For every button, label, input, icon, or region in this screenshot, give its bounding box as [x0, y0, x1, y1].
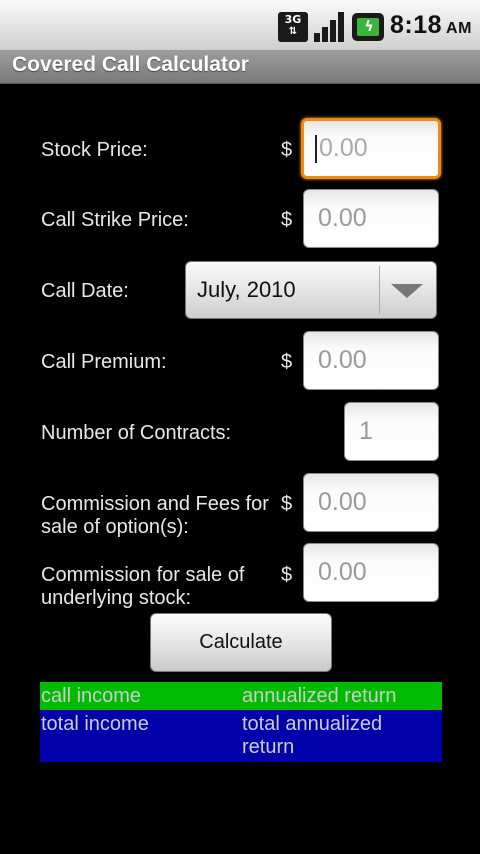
results-row-total: total income total annualized return — [40, 710, 442, 762]
commission-option-placeholder: 0.00 — [318, 488, 367, 516]
call-date-dropdown[interactable]: July, 2010 — [185, 261, 437, 319]
commission-stock-input[interactable]: 0.00 — [303, 543, 439, 602]
commission-stock-placeholder: 0.00 — [318, 558, 367, 586]
call-premium-label: Call Premium: — [41, 351, 167, 373]
calculate-button[interactable]: Calculate — [150, 613, 332, 672]
network-type-label: 3G — [284, 13, 302, 26]
title-bar: Covered Call Calculator — [0, 50, 480, 84]
call-premium-input[interactable]: 0.00 — [303, 331, 439, 390]
clock-time: 8:18 — [390, 11, 443, 39]
commission-stock-label: Commission for sale of underlying stock: — [41, 564, 244, 610]
currency-symbol: $ — [281, 209, 293, 231]
commission-stock-label-line1: Commission for sale of — [41, 564, 245, 586]
app-screen: 3G ⇅ ϟ 8:18 AM Covered Call Calculator St… — [0, 0, 480, 854]
call-strike-price-placeholder: 0.00 — [318, 204, 367, 232]
currency-symbol: $ — [281, 139, 293, 161]
call-date-label: Call Date: — [41, 280, 129, 302]
total-annualized-return-label: total annualized return — [242, 713, 382, 759]
annualized-return-label: annualized return — [242, 685, 397, 707]
stock-price-placeholder: 0.00 — [319, 134, 368, 162]
network-3g-icon: 3G ⇅ — [278, 12, 308, 42]
call-income-label: call income — [41, 685, 142, 707]
stock-price-label: Stock Price: — [41, 139, 148, 161]
stock-price-input[interactable]: 0.00 — [301, 118, 441, 179]
currency-symbol: $ — [281, 564, 293, 586]
signal-strength-icon — [314, 12, 346, 42]
battery-charging-icon: ϟ — [352, 13, 384, 41]
dropdown-divider — [379, 266, 380, 314]
clock-ampm: AM — [446, 20, 472, 37]
status-bar: 3G ⇅ ϟ 8:18 AM — [0, 0, 480, 50]
total-income-label: total income — [41, 713, 149, 735]
contracts-placeholder: 1 — [359, 417, 373, 445]
contracts-input[interactable]: 1 — [344, 402, 439, 461]
commission-option-label-line1: Commission and Fees for — [41, 493, 269, 515]
currency-symbol: $ — [281, 351, 293, 373]
chevron-down-icon — [391, 284, 423, 298]
commission-option-label: Commission and Fees for sale of option(s… — [41, 493, 269, 539]
commission-option-label-line2: sale of option(s): — [41, 516, 189, 538]
app-title: Covered Call Calculator — [12, 53, 249, 76]
call-strike-price-input[interactable]: 0.00 — [303, 189, 439, 248]
status-clock: 8:18 AM — [390, 11, 472, 40]
call-date-selected: July, 2010 — [197, 277, 296, 302]
commission-option-input[interactable]: 0.00 — [303, 473, 439, 532]
results-row-call: call income annualized return — [40, 682, 442, 710]
call-strike-price-label: Call Strike Price: — [41, 209, 189, 231]
call-premium-placeholder: 0.00 — [318, 346, 367, 374]
currency-symbol: $ — [281, 493, 293, 515]
commission-stock-label-line2: underlying stock: — [41, 587, 192, 609]
text-cursor — [315, 134, 317, 163]
total-annualized-line2: return — [242, 736, 295, 758]
contracts-label: Number of Contracts: — [41, 422, 232, 444]
total-annualized-line1: total annualized — [242, 713, 383, 735]
